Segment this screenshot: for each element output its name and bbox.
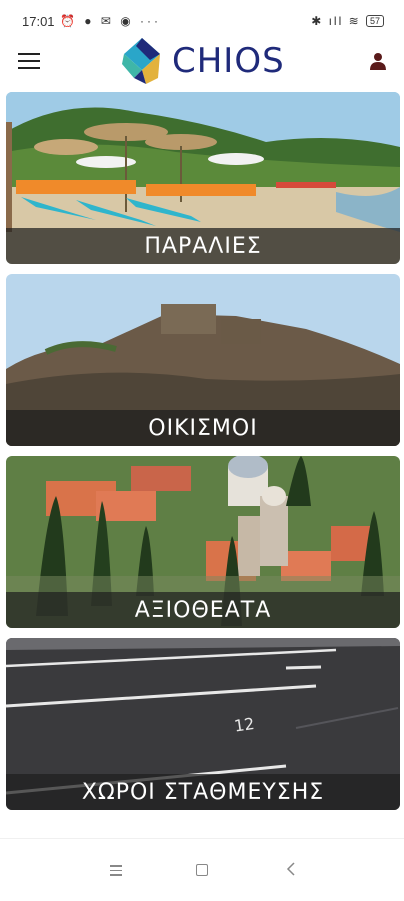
card-label: ΧΩΡΟΙ ΣΤΑΘΜΕΥΣΗΣ — [6, 774, 400, 810]
status-bar: 17:01 ⏰ ● ✉ ◉ ··· ✱ ıll ≋ 57 — [0, 0, 404, 40]
card-sights[interactable]: ΑΞΙΟΘΕΑΤΑ — [6, 456, 400, 628]
system-icons: ✱ ıll ≋ 57 — [311, 14, 384, 28]
card-label: ΠΑΡΑΛΙΕΣ — [6, 228, 400, 264]
app-header: CHIOS — [0, 38, 404, 88]
home-icon[interactable] — [196, 864, 208, 876]
card-label: ΟΙΚΙΣΜΟΙ — [6, 410, 400, 446]
card-label: ΑΞΙΟΘΕΑΤΑ — [6, 592, 400, 628]
signal-icons: ✱ ıll ≋ — [311, 14, 361, 28]
card-beaches[interactable]: ΠΑΡΑΛΙΕΣ — [6, 92, 400, 264]
logo-text: CHIOS — [172, 41, 285, 81]
battery-icon: 57 — [365, 15, 384, 27]
card-villages[interactable]: ΟΙΚΙΣΜΟΙ — [6, 274, 400, 446]
back-icon[interactable] — [284, 861, 298, 877]
hamburger-menu-icon[interactable] — [18, 53, 40, 71]
status-time: 17:01 — [22, 14, 55, 29]
category-list: ΠΑΡΑΛΙΕΣ ΟΙΚΙΣΜΟΙ ΑΞΙΟΘΕΑΤΑ 12 ΧΩΡΟΙ ΣΤΑ… — [6, 92, 400, 820]
svg-text:12: 12 — [233, 714, 256, 736]
chios-logo: CHIOS — [120, 38, 300, 88]
notification-icons: ⏰ ● ✉ ◉ ··· — [60, 14, 162, 28]
system-nav-bar — [0, 838, 404, 901]
recent-apps-icon[interactable] — [110, 865, 122, 876]
card-parking[interactable]: 12 ΧΩΡΟΙ ΣΤΑΘΜΕΥΣΗΣ — [6, 638, 400, 810]
logo-mark-icon — [122, 38, 160, 84]
user-icon[interactable] — [368, 51, 388, 71]
